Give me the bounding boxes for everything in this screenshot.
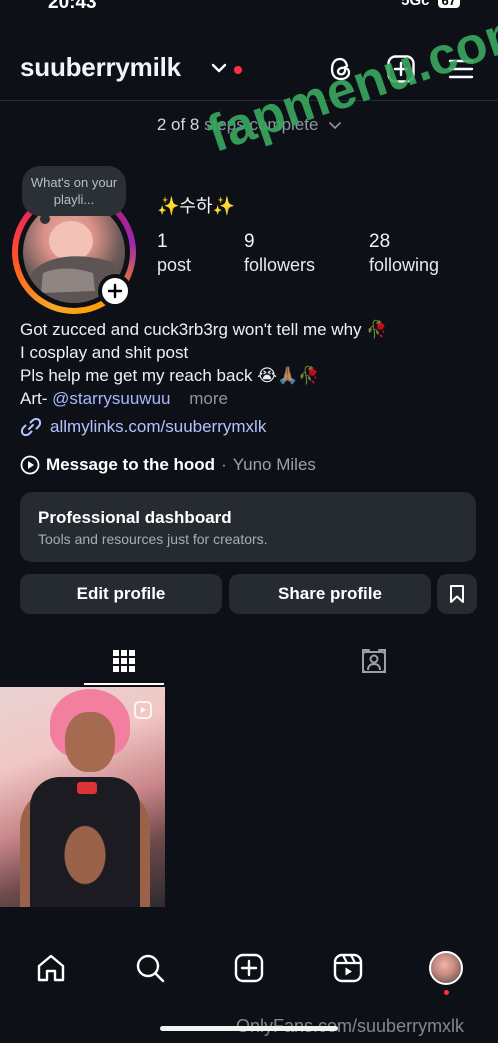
home-indicator[interactable] [160, 1026, 338, 1031]
edit-profile-button[interactable]: Edit profile [20, 574, 222, 614]
status-time: 20:43 [48, 0, 97, 13]
pro-dashboard-subtitle: Tools and resources just for creators. [38, 531, 268, 547]
bookmark-icon [450, 585, 464, 603]
profile-music[interactable]: Message to the hood · Yuno Miles [20, 455, 316, 475]
bio-line: Pls help me get my reach back 😭🙏🏽🥀 [20, 366, 320, 385]
link-icon [20, 417, 42, 437]
tab-grid[interactable] [84, 638, 164, 684]
nav-profile[interactable] [428, 950, 464, 986]
notification-dot [234, 66, 242, 74]
posts-label[interactable]: post [157, 255, 191, 276]
watermark-text: fapmenu.com [200, 0, 498, 164]
tagged-person-icon [362, 649, 386, 673]
saved-button[interactable] [437, 574, 477, 614]
nav-search[interactable] [132, 950, 168, 986]
post-thumbnail[interactable] [0, 687, 165, 907]
bio-link[interactable]: allmylinks.com/suuberrymxlk [20, 416, 266, 438]
grid-icon [113, 650, 135, 672]
reels-icon [333, 953, 363, 983]
bio-line: I cosplay and shit post [20, 343, 189, 362]
nav-create[interactable] [231, 950, 267, 986]
following-label[interactable]: following [369, 255, 439, 276]
music-separator: · [221, 455, 227, 474]
profile-avatar [429, 951, 463, 985]
tab-tagged[interactable] [334, 638, 414, 684]
profile-username[interactable]: suuberrymilk [20, 52, 181, 83]
create-icon [234, 953, 264, 983]
nav-notification-dot [444, 990, 449, 995]
post-image-shape [30, 777, 140, 907]
battery-indicator: 67 [437, 0, 460, 8]
professional-dashboard-card[interactable]: Professional dashboard Tools and resourc… [20, 492, 476, 562]
play-circle-icon [20, 455, 40, 475]
posts-count[interactable]: 1 [157, 231, 168, 253]
reel-badge-icon [134, 701, 152, 719]
plus-icon [107, 283, 123, 299]
add-story-button[interactable] [98, 274, 132, 308]
post-image-shape [65, 712, 115, 772]
note-bubble[interactable]: What's on your playli... [22, 166, 126, 216]
music-title: Message to the hood [46, 455, 216, 474]
bio-line: Got zucced and cuck3rb3rg won't tell me … [20, 320, 388, 339]
display-name: ✨수하✨ [157, 196, 235, 216]
active-tab-indicator [84, 683, 164, 685]
art-prefix: Art- [20, 389, 48, 408]
followers-label[interactable]: followers [244, 255, 315, 276]
post-image-shape [77, 782, 97, 794]
followers-count[interactable]: 9 [244, 231, 255, 253]
pro-dashboard-title: Professional dashboard [38, 508, 232, 527]
home-icon [37, 954, 65, 982]
status-indicators: 5Gc 67 [401, 0, 460, 9]
more-link[interactable]: more [189, 389, 228, 408]
note-bubble-tail [40, 214, 50, 224]
nav-home[interactable] [33, 950, 69, 986]
nav-reels[interactable] [330, 950, 366, 986]
steps-count: 2 of 8 [156, 115, 200, 134]
share-profile-button[interactable]: Share profile [229, 574, 431, 614]
bio-line: Art- @starrysuuwuu more [20, 387, 480, 410]
bio: Got zucced and cuck3rb3rg won't tell me … [20, 318, 480, 410]
following-count[interactable]: 28 [369, 231, 390, 253]
mention-link[interactable]: @starrysuuwuu [52, 389, 170, 408]
search-icon [136, 954, 165, 983]
note-text: What's on your playli... [30, 175, 118, 207]
chevron-down-icon[interactable] [211, 62, 227, 74]
network-label: 5Gc [401, 0, 430, 9]
status-bar: 20:43 5Gc 67 [0, 0, 498, 14]
music-artist: Yuno Miles [232, 455, 316, 474]
link-text: allmylinks.com/suuberrymxlk [50, 417, 267, 436]
